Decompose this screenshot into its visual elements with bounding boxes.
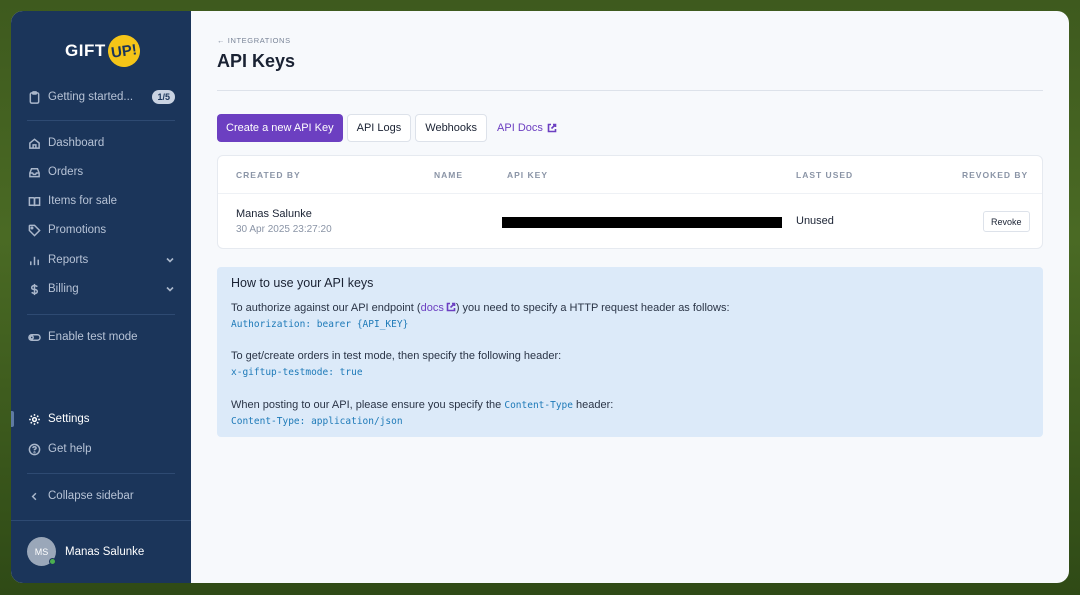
sidebar-item-label: Settings [48,413,90,425]
api-key-redacted [502,217,782,228]
external-link-icon [446,302,456,312]
chevron-down-icon[interactable] [165,255,175,265]
logo-badge: UP! [105,32,142,70]
sidebar-item-reports[interactable]: Reports [27,249,175,271]
sidebar-divider [11,520,191,521]
docs-link[interactable]: docs [421,302,456,314]
created-by-name: Manas Salunke [236,208,312,220]
sidebar-item-label: Collapse sidebar [48,490,134,502]
progress-badge: 1/5 [152,90,175,104]
sidebar-divider [27,120,175,121]
column-header-last-used: LAST USED [796,170,854,180]
sidebar-item-dashboard[interactable]: Dashboard [27,132,175,154]
help-text-segment: ) you need to specify a HTTP request hea… [455,302,730,314]
create-api-key-button[interactable]: Create a new API Key [217,114,343,142]
row-divider [218,193,1042,194]
sidebar-item-label: Enable test mode [48,331,138,343]
sidebar-item-label: Promotions [48,224,107,236]
online-status-dot [49,558,56,565]
auth-header-code: Authorization: bearer {API_KEY} [231,319,409,330]
avatar-initials: MS [34,546,49,557]
webhooks-button[interactable]: Webhooks [415,114,488,142]
app-window: GIFT UP! Getting started... 1/5 Dashboar… [11,11,1069,583]
giftup-logo[interactable]: GIFT UP! [65,32,142,70]
inbox-icon [27,165,41,179]
revoke-button[interactable]: Revoke [983,211,1030,232]
sidebar-collapse-button[interactable]: Collapse sidebar [27,485,175,507]
breadcrumb[interactable]: ← INTEGRATIONS [217,36,291,45]
gear-icon [27,412,41,426]
main-content: ← INTEGRATIONS API Keys Create a new API… [191,11,1069,583]
sidebar-item-label: Dashboard [48,137,105,149]
column-header-api-key: API KEY [507,170,549,180]
docs-link-label: docs [420,302,444,314]
logo-text: GIFT [65,41,106,60]
help-circle-icon [27,442,41,456]
toggle-icon [27,330,41,344]
bar-chart-icon [27,253,41,267]
avatar[interactable]: MS [27,537,56,566]
header-divider [217,90,1043,91]
column-header-name: NAME [434,170,464,180]
sidebar-item-getting-started[interactable]: Getting started... 1/5 [27,86,175,108]
sidebar-item-label: Reports [48,254,89,266]
sidebar-item-orders[interactable]: Orders [27,161,175,183]
sidebar-item-get-help[interactable]: Get help [27,438,175,460]
help-paragraph-content-type: When posting to our API, please ensure y… [231,399,613,411]
active-indicator [11,411,14,427]
sidebar-item-label: Items for sale [48,195,118,207]
api-docs-label: API Docs [497,122,543,134]
chevron-down-icon[interactable] [165,284,175,294]
help-paragraph-test-mode: To get/create orders in test mode, then … [231,350,562,362]
chevron-left-icon [27,489,41,503]
sidebar-item-test-mode[interactable]: Enable test mode [27,326,175,348]
help-text-segment: header: [572,399,614,411]
help-paragraph-auth: To authorize against our API endpoint (d… [231,302,730,314]
column-header-created-by: CREATED BY [236,170,301,180]
user-name: Manas Salunke [65,545,145,558]
sidebar-item-label: Billing [48,283,79,295]
sidebar-divider [27,473,175,474]
content-type-header-code: Content-Type: application/json [231,416,403,427]
page-title: API Keys [217,51,296,71]
sidebar-item-label: Get help [48,443,92,455]
sidebar-item-items-for-sale[interactable]: Items for sale [27,190,175,212]
clipboard-icon [27,90,41,104]
tag-icon [27,223,41,237]
external-link-icon [547,123,557,133]
api-usage-help: How to use your API keys To authorize ag… [217,267,1043,437]
sidebar: GIFT UP! Getting started... 1/5 Dashboar… [11,11,191,583]
last-used-value: Unused [796,215,834,227]
sidebar-item-promotions[interactable]: Promotions [27,219,175,241]
api-logs-button[interactable]: API Logs [346,114,412,142]
sidebar-item-settings[interactable]: Settings [27,408,175,430]
api-docs-link[interactable]: API Docs [491,114,566,142]
created-at-date: 30 Apr 2025 23:27:20 [236,224,332,235]
inline-code: Content-Type [504,400,573,411]
toolbar: Create a new API Key API Logs Webhooks A… [217,114,570,142]
api-keys-table: CREATED BY NAME API KEY LAST USED REVOKE… [217,155,1043,249]
help-text-segment: To authorize against our API endpoint ( [231,302,421,314]
column-header-revoked-by: REVOKED BY [962,170,1029,180]
sidebar-item-label: Getting started... [48,91,134,103]
book-icon [27,194,41,208]
sidebar-divider [27,314,175,315]
help-text-segment: When posting to our API, please ensure y… [231,399,505,411]
help-title: How to use your API keys [231,276,374,290]
home-icon [27,136,41,150]
sidebar-item-label: Orders [48,166,84,178]
sidebar-item-billing[interactable]: Billing [27,278,175,300]
test-mode-header-code: x-giftup-testmode: true [231,367,363,378]
dollar-icon [27,282,41,296]
user-profile[interactable]: MS Manas Salunke [27,537,144,566]
